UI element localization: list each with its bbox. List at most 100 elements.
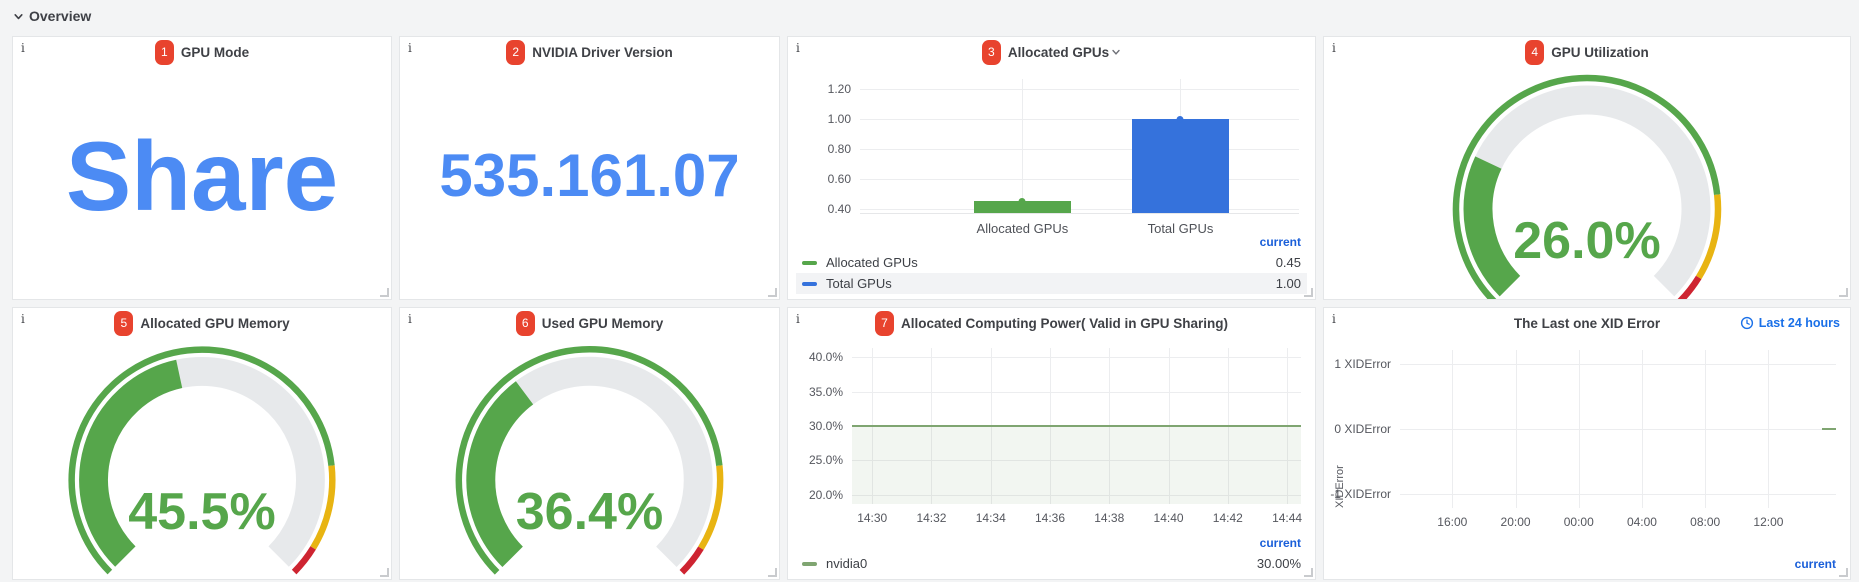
gridline xyxy=(1705,350,1707,508)
gridline xyxy=(860,149,1299,151)
gridline xyxy=(1578,350,1580,508)
gauge-arc xyxy=(455,346,724,575)
bar-allocated-gpus xyxy=(974,198,1071,213)
panel-number-badge: 1 xyxy=(154,39,174,65)
panel-resize-handle[interactable] xyxy=(1839,288,1848,297)
gridline xyxy=(852,391,1301,393)
panel-resize-handle[interactable] xyxy=(380,288,389,297)
y-tick: 1 XIDError xyxy=(1334,357,1391,372)
legend-label[interactable]: Allocated GPUs xyxy=(826,255,918,270)
gridline xyxy=(852,357,1301,359)
gauge-value: 45.5% xyxy=(128,483,276,541)
series-swatch-icon xyxy=(802,260,817,265)
legend-value: 0.45 xyxy=(1275,255,1301,270)
panel-title[interactable]: GPU Mode xyxy=(181,45,249,60)
legend-column-current[interactable]: current xyxy=(796,534,1307,553)
gridline xyxy=(860,89,1299,91)
x-tick: 14:44 xyxy=(1272,511,1303,525)
panel-title[interactable]: Allocated Computing Power( Valid in GPU … xyxy=(901,316,1228,331)
x-tick: 14:34 xyxy=(975,511,1006,525)
panel-number-badge: 4 xyxy=(1525,39,1545,65)
x-tick: 14:42 xyxy=(1212,511,1243,525)
y-tick: 0 XIDError xyxy=(1334,422,1391,436)
bar-chart-plot: 1.20 1.00 0.80 0.60 0.40 Allocated GPUs … xyxy=(828,79,1299,236)
panel-number-badge: 5 xyxy=(114,310,134,336)
panel-resize-handle[interactable] xyxy=(1839,568,1848,577)
panel-nvidia-driver-version: i 2 NVIDIA Driver Version 535.161.07 xyxy=(399,36,780,300)
bar-total-gpus xyxy=(1132,116,1229,213)
gridline xyxy=(1452,350,1454,508)
series-swatch-icon xyxy=(802,561,817,566)
panel-resize-handle[interactable] xyxy=(768,288,777,297)
section-overview[interactable]: Overview xyxy=(13,4,91,28)
y-tick: 1.00 xyxy=(827,112,851,127)
x-tick: 04:00 xyxy=(1626,515,1657,529)
time-range-link[interactable]: Last 24 hours xyxy=(1740,316,1840,330)
x-tick: 16:00 xyxy=(1437,515,1468,529)
stat-value-driver-version: 535.161.07 xyxy=(439,142,740,209)
x-tick: 14:30 xyxy=(857,511,888,525)
panel-title[interactable]: The Last one XID Error xyxy=(1514,316,1660,331)
y-tick: 0.80 xyxy=(827,142,851,157)
x-tick: 14:32 xyxy=(916,511,947,525)
y-tick: 40.0% xyxy=(808,350,843,365)
legend-column-current[interactable]: current xyxy=(796,233,1307,252)
gridline xyxy=(860,208,1299,210)
panel-title[interactable]: Used GPU Memory xyxy=(542,316,664,331)
bar-marker-dot xyxy=(1176,116,1184,124)
panel-title[interactable]: GPU Utilization xyxy=(1551,45,1649,60)
panel-header: 5 Allocated GPU Memory xyxy=(13,308,391,338)
panel-number-badge: 7 xyxy=(874,310,894,336)
y-tick: 25.0% xyxy=(808,453,843,468)
panel-title[interactable]: NVIDIA Driver Version xyxy=(532,45,673,60)
x-tick: 14:36 xyxy=(1034,511,1066,525)
panel-header: 1 GPU Mode xyxy=(13,37,391,67)
chart-legend: current nvidia0 30.00% xyxy=(796,534,1307,574)
stat-value-gpu-mode: Share xyxy=(65,121,339,231)
panel-title[interactable]: Allocated GPU Memory xyxy=(140,316,289,331)
panel-resize-handle[interactable] xyxy=(1304,568,1313,577)
panel-header: 6 Used GPU Memory xyxy=(400,308,779,338)
y-tick: -1 XIDError xyxy=(1330,486,1391,501)
y-tick: 20.0% xyxy=(808,487,843,502)
chart-legend: current xyxy=(1332,555,1842,574)
gridline xyxy=(1515,350,1517,508)
gauge-value: 26.0% xyxy=(1513,212,1661,270)
panel-xid-error: i The Last one XID Error Last 24 hours X… xyxy=(1323,307,1851,580)
y-tick: 0.60 xyxy=(827,171,851,186)
panel-resize-handle[interactable] xyxy=(380,568,389,577)
legend-column-current[interactable]: current xyxy=(1332,555,1842,574)
series-area-fill xyxy=(852,426,1301,504)
panel-header: 3 Allocated GPUs xyxy=(788,37,1315,67)
legend-value: 30.00% xyxy=(1256,556,1301,571)
y-tick: 30.0% xyxy=(808,419,843,433)
gridline xyxy=(1400,493,1836,495)
panel-resize-handle[interactable] xyxy=(768,568,777,577)
panel-gpu-utilization: i 4 GPU Utilization 26.0% xyxy=(1323,36,1851,300)
clock-icon xyxy=(1740,316,1754,330)
legend-label[interactable]: nvidia0 xyxy=(826,556,867,571)
panel-number-badge: 2 xyxy=(506,39,526,65)
x-tick: 12:00 xyxy=(1753,515,1784,529)
gridline xyxy=(860,119,1299,121)
series-line-xid-error xyxy=(1822,428,1836,430)
chart-legend: current Allocated GPUs 0.45 Total GPUs 1… xyxy=(796,233,1307,294)
legend-label[interactable]: Total GPUs xyxy=(826,276,892,291)
panel-resize-handle[interactable] xyxy=(1304,288,1313,297)
panel-number-badge: 3 xyxy=(981,39,1001,65)
time-range-label: Last 24 hours xyxy=(1758,316,1840,330)
gauge-arc xyxy=(68,346,336,575)
chevron-down-icon xyxy=(1111,47,1121,57)
x-tick: 14:38 xyxy=(1094,511,1125,525)
chevron-down-icon xyxy=(13,11,24,22)
panel-header: 4 GPU Utilization xyxy=(1324,37,1850,67)
panel-title[interactable]: Allocated GPUs xyxy=(1008,45,1121,60)
gauge: 36.4% xyxy=(400,338,779,579)
y-tick: 35.0% xyxy=(808,384,843,399)
gridline xyxy=(1641,350,1643,508)
gridline xyxy=(1400,429,1836,430)
timeseries-plot: XIDError 1 XIDError 0 XIDError -1 XIDErr… xyxy=(1330,350,1836,529)
panel-header: 7 Allocated Computing Power( Valid in GP… xyxy=(788,308,1315,338)
gridline xyxy=(1022,79,1024,213)
gauge: 26.0% xyxy=(1324,67,1850,299)
